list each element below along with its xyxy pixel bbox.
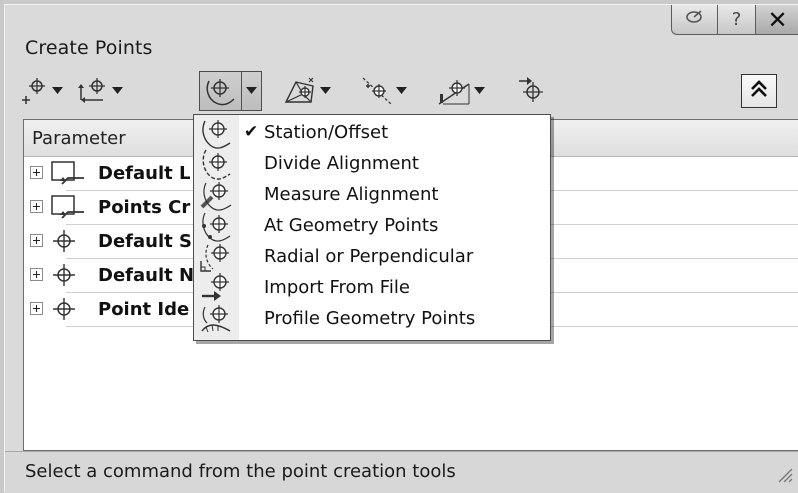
- dropdown-arrow-icon: [112, 87, 123, 95]
- dropdown-arrow-icon: [246, 87, 257, 95]
- menu-item-at-geometry-points[interactable]: At Geometry Points: [194, 211, 550, 242]
- status-text: Select a command from the point creation…: [25, 461, 456, 482]
- alignment-points-tool[interactable]: [199, 71, 262, 111]
- menu-item-profile-geometry-points[interactable]: Profile Geometry Points: [194, 304, 550, 334]
- slope-point-icon: [437, 76, 471, 106]
- dropdown-arrow-icon: [320, 87, 331, 95]
- point-arrows-icon: [77, 76, 109, 106]
- point-icon: [50, 227, 80, 259]
- menu-item-label: Radial or Perpendicular: [264, 246, 474, 267]
- point-icon: [50, 295, 80, 327]
- menu-item-import-from-file[interactable]: Import From File: [194, 273, 550, 303]
- miscellaneous-points-tool[interactable]: [19, 73, 63, 109]
- alignment-points-menu: ✔ Station/Offset Divide Alignment Measur…: [193, 114, 551, 341]
- expand-icon[interactable]: [30, 200, 43, 213]
- menu-item-measure-alignment[interactable]: Measure Alignment: [194, 180, 550, 211]
- menu-item-label: Divide Alignment: [264, 153, 419, 174]
- menu-item-label: Station/Offset: [264, 122, 389, 143]
- convert-points-tool[interactable]: [517, 73, 547, 109]
- intersection-points-tool[interactable]: [77, 73, 123, 109]
- menu-item-station-offset[interactable]: ✔ Station/Offset: [194, 118, 550, 149]
- point-icon: [50, 261, 80, 293]
- interpolate-point-icon: [361, 76, 393, 106]
- row-label: Point Ide: [98, 299, 190, 320]
- menu-item-radial-or-perpendicular[interactable]: Radial or Perpendicular: [194, 242, 550, 272]
- help-button[interactable]: ?: [717, 5, 755, 35]
- dropdown-arrow-icon: [52, 87, 63, 95]
- convert-point-icon: [517, 76, 547, 106]
- row-label: Points Cr: [98, 197, 191, 218]
- row-label: Default N: [98, 265, 195, 286]
- menu-item-label: Measure Alignment: [264, 184, 439, 205]
- slope-points-tool[interactable]: [437, 73, 485, 109]
- dropdown-arrow-icon: [474, 87, 485, 95]
- layer-icon: [50, 159, 84, 191]
- row-label: Default S: [98, 231, 192, 252]
- collapse-toolbar-button[interactable]: [741, 74, 777, 108]
- menu-item-label: Profile Geometry Points: [264, 308, 476, 329]
- menu-item-label: Import From File: [264, 277, 410, 298]
- expand-icon[interactable]: [30, 166, 43, 179]
- close-button[interactable]: ✕: [755, 5, 798, 35]
- interpolate-points-tool[interactable]: [361, 73, 407, 109]
- menu-item-divide-alignment[interactable]: Divide Alignment: [194, 149, 550, 180]
- expand-icon[interactable]: [30, 234, 43, 247]
- status-bar: Select a command from the point creation…: [5, 451, 798, 493]
- title-bar: Create Points ? ✕: [5, 5, 798, 63]
- menu-item-label: At Geometry Points: [264, 215, 439, 236]
- pin-button[interactable]: [671, 5, 717, 35]
- surface-point-icon: [283, 76, 317, 106]
- expand-icon[interactable]: [30, 268, 43, 281]
- chevron-double-up-icon: [749, 79, 769, 103]
- parameter-column-header[interactable]: Parameter: [32, 128, 126, 149]
- surface-points-tool[interactable]: [283, 73, 331, 109]
- profile-geometry-icon: [198, 303, 234, 339]
- row-label: Default L: [98, 163, 191, 184]
- checkmark-icon: ✔: [244, 122, 259, 142]
- resize-grip-icon[interactable]: [775, 465, 793, 487]
- point-plus-icon: [19, 76, 49, 106]
- window-controls: ? ✕: [671, 5, 798, 35]
- point-creation-toolbar: [19, 71, 798, 115]
- pushpin-icon: [685, 8, 705, 31]
- dropdown-arrow-icon: [396, 87, 407, 95]
- layer-icon: [50, 193, 84, 225]
- alignment-point-icon: [200, 72, 242, 110]
- window-title: Create Points: [25, 37, 153, 59]
- expand-icon[interactable]: [30, 302, 43, 315]
